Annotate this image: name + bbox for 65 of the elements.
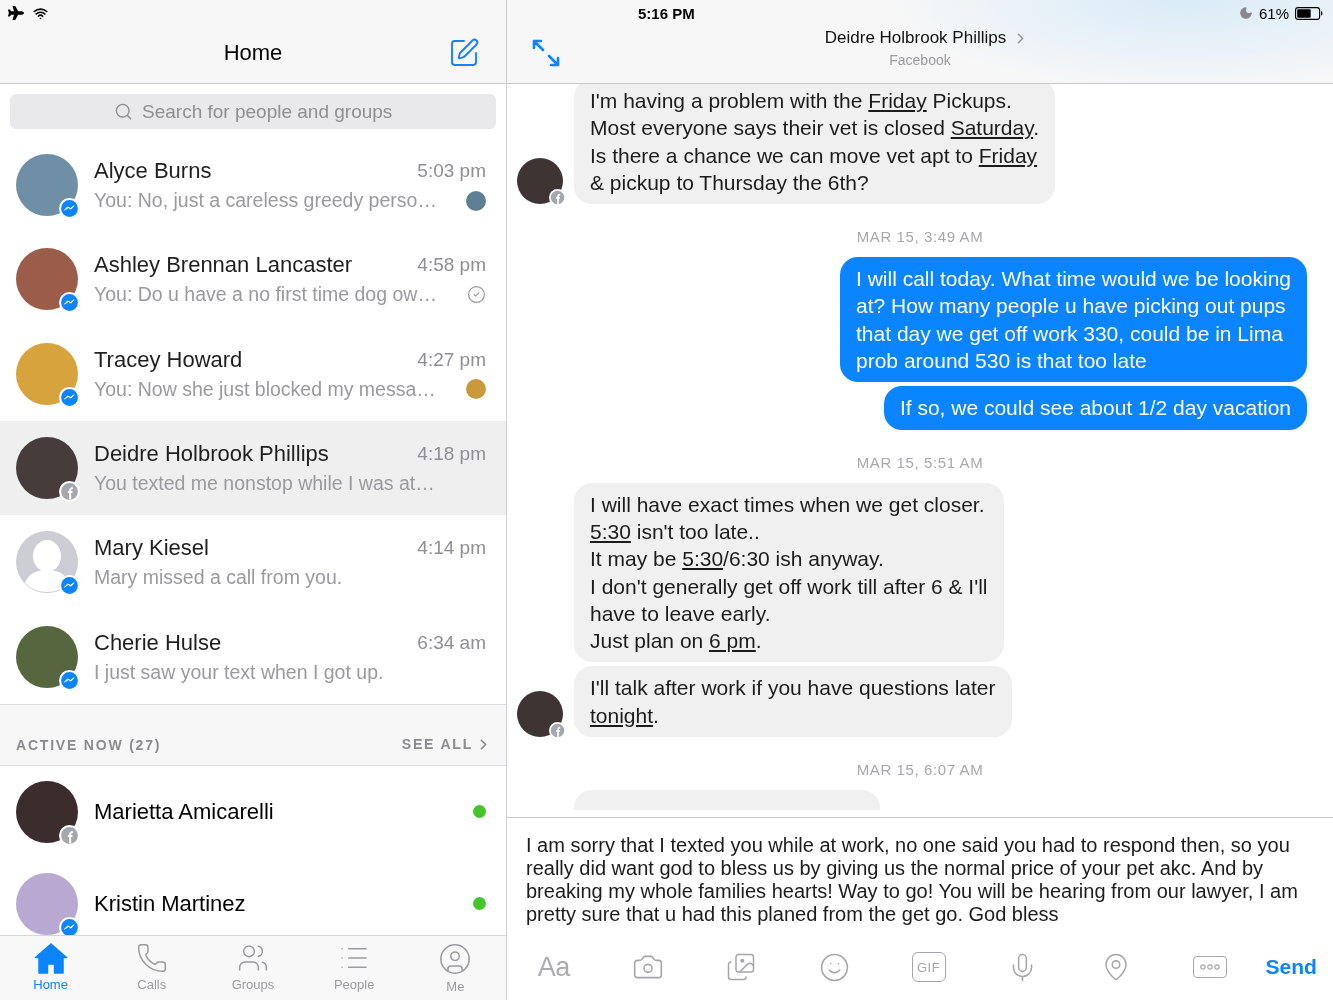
message-time: 6:34 am xyxy=(417,631,486,654)
message-preview: You: Now she just blocked my messa… xyxy=(94,377,436,401)
conversation-title[interactable]: Deidre Holbrook Phillips xyxy=(824,28,1007,48)
smiley-icon xyxy=(819,951,851,983)
message-time: 5:03 pm xyxy=(417,160,486,183)
expand-arrows-icon xyxy=(531,38,561,68)
message-preview: You: Do u have a no first time dog ow… xyxy=(94,283,437,307)
search-icon xyxy=(114,102,133,121)
compose-button[interactable] xyxy=(448,36,480,69)
message-input[interactable]: I am sorry that I texted you while at work, no one said you had to respond then, so you really did want god to bless us by giving us the normal price of your pet akc. And by breaking my whole families hearts! Way to go! You will be hearing from our lawyer, I am pretty sure that u had this planed from the get go. God bless xyxy=(526,834,1318,926)
contact-name: Cherie Hulse xyxy=(94,629,222,656)
conversation-subtitle: Facebook xyxy=(889,52,951,68)
message-link[interactable]: 5:30 xyxy=(682,547,724,571)
contact-name: Tracey Howard xyxy=(94,346,243,373)
tab[interactable]: Home xyxy=(0,936,102,1000)
message-bubble: I'm having a problem with the Friday Pickups. Most everyone says their vet is closed Saturday. Is there a chance we can move vet apt to Friday & pickup to Thursday the 6th? xyxy=(574,84,1055,205)
message-time: 4:27 pm xyxy=(417,348,486,371)
message-bubble: I will have exact times when we get closer. 5:30 isn't too late.. It may be 5:30/6:30 ish anyway. I don't generally get off work till after 6 & I'll have to leave early. Just plan on 6 pm. xyxy=(574,482,1004,663)
message-link[interactable]: Friday xyxy=(978,143,1038,167)
message-link[interactable]: Saturday xyxy=(950,116,1034,140)
status-time: 5:16 PM xyxy=(638,4,695,22)
more-button[interactable] xyxy=(1192,956,1227,978)
conversation-item[interactable]: Deidre Holbrook Phillips 4:18 pm You texted me nonstop while I was at… xyxy=(0,420,506,516)
page-title: Home xyxy=(223,39,283,66)
airplane-icon xyxy=(8,5,24,21)
emoji-button[interactable] xyxy=(819,951,851,983)
battery-icon xyxy=(1295,6,1323,20)
message-time: 4:58 pm xyxy=(417,254,486,277)
message-preview: I just saw your text when I got up. xyxy=(94,660,384,684)
battery-percent: 61% xyxy=(1258,4,1289,22)
message-timestamp: MAR 15, 5:51 AM xyxy=(856,453,984,471)
message-preview: You texted me nonstop while I was at… xyxy=(94,472,435,496)
people-group-icon xyxy=(237,942,269,974)
gallery-button[interactable] xyxy=(726,952,757,982)
expand-button[interactable] xyxy=(531,38,561,68)
message-link[interactable]: 5:30 xyxy=(590,519,631,543)
message-link[interactable]: tonight xyxy=(590,703,654,727)
message-link[interactable]: Friday xyxy=(868,89,927,112)
message-timestamp: MAR 15, 6:07 AM xyxy=(856,761,984,779)
message-timestamp: MAR 15, 3:49 AM xyxy=(856,228,984,246)
search-field[interactable]: Search for people and groups xyxy=(10,94,496,129)
three-dots-icon xyxy=(1199,964,1220,970)
message-bubble: I will call today. What time would we be looking at? How many people u have picking out pups that day we get off work 330, could be in Lima prob around 530 is that too late xyxy=(840,257,1307,383)
wifi-icon xyxy=(33,5,48,21)
contact-name: Kristin Martinez xyxy=(94,890,247,917)
contact-name: Mary Kiesel xyxy=(94,535,209,562)
message-time: 4:14 pm xyxy=(417,537,486,560)
contact-name: Marietta Amicarelli xyxy=(94,798,275,825)
square-pen-icon xyxy=(448,36,480,69)
person-circle-icon xyxy=(438,942,473,976)
phone-icon xyxy=(135,942,168,974)
contact-name: Alyce Burns xyxy=(94,158,212,185)
message-bubble: I'll talk after work if you have questions later tonight. xyxy=(574,666,1012,738)
contact-name: Ashley Brennan Lancaster xyxy=(94,252,353,279)
message-preview: You: No, just a careless greedy perso… xyxy=(94,189,437,213)
section-title: ACTIVE NOW (27) xyxy=(16,736,162,753)
message-time: 4:18 pm xyxy=(417,443,486,466)
message-link[interactable]: 6 pm xyxy=(709,629,756,653)
send-button[interactable]: Send xyxy=(1265,955,1317,979)
moon-icon xyxy=(1238,6,1253,20)
contact-name: Deidre Holbrook Phillips xyxy=(94,441,329,468)
photos-icon xyxy=(726,952,757,982)
message-preview: Mary missed a call from you. xyxy=(94,566,343,590)
house-icon xyxy=(33,942,68,974)
message-bubble: If so, we could see about 1/2 day vacation xyxy=(883,386,1307,430)
